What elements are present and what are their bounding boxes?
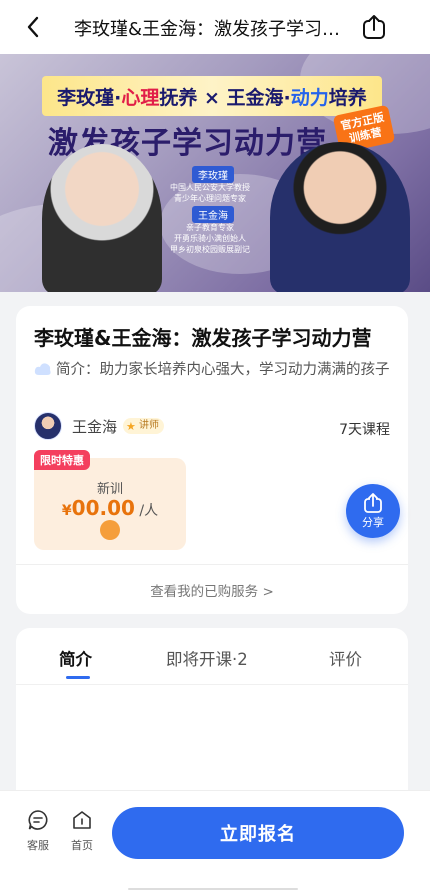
person1-desc: 中国人民公安大学教授 青少年心理问题专家 [170, 183, 250, 203]
tab-reviews[interactable]: 评价 [329, 646, 362, 670]
home-button[interactable]: 首页 [62, 809, 102, 853]
top-nav-bar: 李玫瑾&王金海：激发孩子学习动力营 [0, 0, 430, 54]
tabs-card: 简介 即将开课·2 评价 [16, 628, 408, 808]
cloud-icon [34, 363, 51, 375]
home-label: 首页 [71, 839, 93, 852]
purchased-services-link[interactable]: 查看我的已购服务 > [16, 580, 408, 600]
course-title: 李玫瑾&王金海：激发孩子学习动力营 [34, 326, 372, 350]
divider [16, 684, 408, 685]
home-indicator [128, 888, 298, 890]
plan-name: 新训 [96, 482, 123, 497]
person-photo-li [42, 144, 162, 292]
course-info-card: 李玫瑾&王金海：激发孩子学习动力营 简介：助力家长培养内心强大，学习动力满满的孩… [16, 306, 408, 614]
price-card[interactable]: 限时特惠 新训 ¥00.00 /人 [34, 450, 186, 550]
teacher-row[interactable]: 王金海 ★ 讲师 [34, 412, 165, 440]
bottom-action-bar: 客服 首页 立即报名 [0, 790, 430, 891]
course-duration: 7天课程 [339, 422, 390, 438]
tab-upcoming[interactable]: 即将开课·2 [166, 646, 248, 670]
share-fab-button[interactable]: 分享 [346, 484, 400, 538]
teacher-badge: ★ 讲师 [123, 418, 165, 434]
person-photo-wang [270, 142, 410, 292]
teacher-name: 王金海 [72, 417, 118, 436]
customer-service-button[interactable]: 客服 [18, 809, 58, 853]
share-label: 分享 [362, 515, 384, 529]
share-icon [363, 15, 385, 39]
selected-dot-icon [100, 520, 120, 540]
share-icon [364, 492, 382, 513]
divider [16, 564, 408, 565]
promo-ribbon: 限时特惠 [34, 450, 90, 470]
person2-nametag: 王金海 [192, 206, 234, 223]
person1-nametag: 李玫瑾 [192, 166, 234, 183]
back-button[interactable] [18, 12, 48, 42]
banner-top-line: 李玫瑾· 心理 抚养 × 王金海· 动力 培养 [42, 76, 382, 116]
service-label: 客服 [27, 839, 49, 852]
avatar [34, 412, 62, 440]
page-title: 李玫瑾&王金海：激发孩子学习动力营 [74, 19, 354, 40]
tab-intro[interactable]: 简介 [59, 646, 92, 670]
chevron-left-icon [27, 16, 39, 38]
share-button[interactable] [358, 11, 390, 43]
enroll-now-button[interactable]: 立即报名 [112, 807, 404, 859]
home-icon [73, 811, 91, 829]
active-tab-indicator [66, 676, 90, 679]
chat-bubble-icon [28, 810, 48, 830]
person2-desc: 亲子教育专家 开勇乐骑小满创始人 甲乡初泉校园贩展副记 [170, 223, 250, 254]
price: ¥00.00 /人 [61, 496, 159, 520]
star-icon: ★ [126, 420, 136, 433]
course-banner: 李玫瑾· 心理 抚养 × 王金海· 动力 培养 激发孩子学习动力营 官方正版 训练营 李… [0, 54, 430, 292]
course-intro: 简介：助力家长培养内心强大，学习动力满满的孩子 [34, 359, 394, 381]
